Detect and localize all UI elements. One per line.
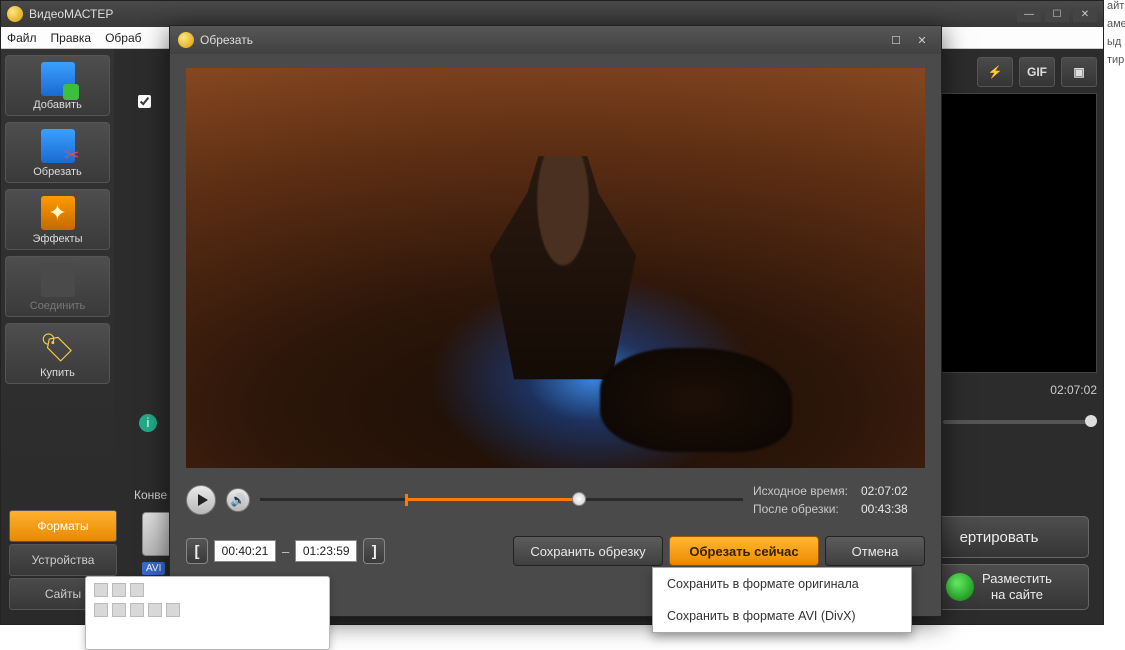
- taskbar-preview[interactable]: [85, 576, 330, 650]
- globe-icon: [946, 573, 974, 601]
- side-frag-1: айт: [1105, 0, 1125, 18]
- sidebar-add-button[interactable]: Добавить: [5, 55, 110, 116]
- set-end-button[interactable]: ]: [363, 538, 385, 564]
- sidebar-effects-button[interactable]: Эффекты: [5, 189, 110, 250]
- format-caption: AVI: [142, 562, 165, 575]
- gif-button[interactable]: GIF: [1019, 57, 1055, 87]
- volume-knob[interactable]: [1085, 415, 1097, 427]
- background-page-fragment: айт аме ыд тир: [1105, 0, 1125, 72]
- convert-label: Конве: [134, 488, 167, 502]
- trim-now-button[interactable]: Обрезать сейчас: [669, 536, 819, 566]
- sidebar-buy-label: Купить: [40, 367, 75, 379]
- publish-label: Разместить на сайте: [982, 571, 1052, 602]
- time-info: Исходное время:02:07:02 После обрезки:00…: [753, 482, 925, 518]
- add-icon: [41, 62, 75, 96]
- dialog-app-icon: [178, 32, 194, 48]
- trim-now-dropdown: Сохранить в формате оригинала Сохранить …: [652, 567, 912, 633]
- app-title: ВидеоМАСТЕР: [29, 7, 113, 21]
- item-checkbox[interactable]: [138, 95, 151, 108]
- play-button[interactable]: [186, 485, 216, 515]
- timeline-active: [405, 498, 579, 501]
- join-icon: [41, 263, 75, 297]
- app-icon: [7, 6, 23, 22]
- menu-file[interactable]: Файл: [7, 31, 37, 45]
- playback-controls: 🔊 Исходное время:02:07:02 После обрезки:…: [186, 482, 925, 518]
- src-time-value: 02:07:02: [861, 484, 908, 498]
- timeline[interactable]: [260, 492, 743, 508]
- side-frag-3: ыд: [1105, 36, 1125, 54]
- minimize-button[interactable]: —: [1017, 6, 1041, 22]
- sidebar-join-button[interactable]: Соединить: [5, 256, 110, 317]
- trim-dialog: Обрезать ☐ ✕ 🔊 Исходное время:02:07:02 П…: [169, 25, 942, 617]
- close-button[interactable]: ✕: [1073, 6, 1097, 22]
- dialog-title: Обрезать: [200, 33, 253, 47]
- timeline-knob[interactable]: [572, 492, 586, 506]
- dropdown-save-original[interactable]: Сохранить в формате оригинала: [653, 568, 911, 600]
- tab-formats[interactable]: Форматы: [9, 510, 117, 542]
- maximize-button[interactable]: ☐: [1045, 6, 1069, 22]
- main-titlebar: ВидеоМАСТЕР — ☐ ✕: [1, 1, 1103, 27]
- set-start-button[interactable]: [: [186, 538, 208, 564]
- trim-row: [ – ] Сохранить обрезку Обрезать сейчас …: [186, 536, 925, 566]
- dropdown-save-avi[interactable]: Сохранить в формате AVI (DivX): [653, 600, 911, 632]
- video-rocks: [600, 348, 792, 452]
- sidebar-effects-label: Эффекты: [32, 233, 82, 245]
- menu-process[interactable]: Обраб: [105, 31, 141, 45]
- sound-button[interactable]: 🔊: [226, 488, 250, 512]
- save-trim-button[interactable]: Сохранить обрезку: [513, 536, 663, 566]
- volume-slider[interactable]: [943, 420, 1097, 424]
- menu-edit[interactable]: Правка: [51, 31, 92, 45]
- item-checkbox-row: [138, 95, 151, 111]
- dialog-maximize-button[interactable]: ☐: [885, 32, 907, 48]
- end-time-input[interactable]: [295, 540, 357, 562]
- dialog-body: 🔊 Исходное время:02:07:02 После обрезки:…: [170, 54, 941, 616]
- after-time-label: После обрезки:: [753, 500, 861, 518]
- tab-devices[interactable]: Устройства: [9, 544, 117, 576]
- sidebar-add-label: Добавить: [33, 99, 82, 111]
- cancel-button[interactable]: Отмена: [825, 536, 925, 566]
- dialog-titlebar: Обрезать ☐ ✕: [170, 26, 941, 54]
- screenshot-button[interactable]: ▣: [1061, 57, 1097, 87]
- dialog-close-button[interactable]: ✕: [911, 32, 933, 48]
- src-time-label: Исходное время:: [753, 482, 861, 500]
- video-preview[interactable]: [186, 68, 925, 468]
- cut-icon: [41, 129, 75, 163]
- speed-button[interactable]: ⚡: [977, 57, 1013, 87]
- info-icon[interactable]: i: [139, 414, 157, 432]
- after-time-value: 00:43:38: [861, 502, 908, 516]
- sidebar-cut-button[interactable]: Обрезать: [5, 122, 110, 183]
- sidebar-cut-label: Обрезать: [33, 166, 82, 178]
- side-frag-4: тир: [1105, 54, 1125, 72]
- effects-icon: [41, 196, 75, 230]
- time-dash: –: [282, 544, 289, 559]
- sidebar-buy-button[interactable]: Купить: [5, 323, 110, 384]
- sidebar-join-label: Соединить: [30, 300, 86, 312]
- buy-icon: [41, 330, 75, 364]
- timeline-start-marker[interactable]: [405, 494, 408, 506]
- side-frag-2: аме: [1105, 18, 1125, 36]
- start-time-input[interactable]: [214, 540, 276, 562]
